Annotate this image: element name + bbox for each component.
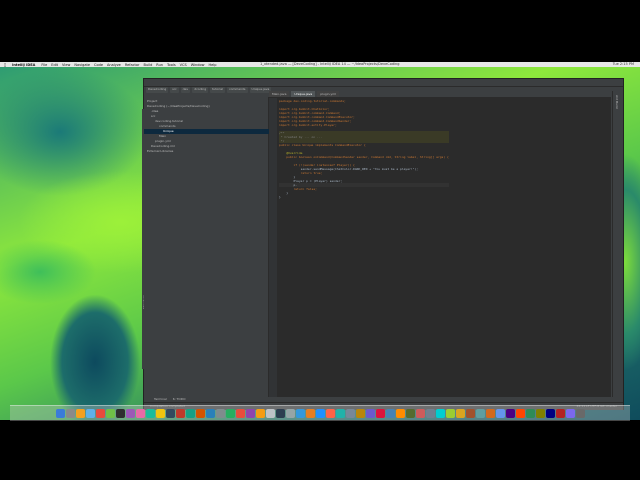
window-title: 1_xtended.java — [DeveCoding] - IntelliJ… [260, 62, 400, 66]
dock-app-icon[interactable] [85, 409, 95, 418]
dock-app-icon[interactable] [505, 409, 515, 418]
dock-app-icon[interactable] [295, 409, 305, 418]
code-editor[interactable]: Main.java Unique.java plugin.yml package d… [269, 91, 611, 397]
dock-app-icon[interactable] [495, 409, 505, 418]
dock-app-icon[interactable] [165, 409, 175, 418]
breadcrumb-item[interactable]: src [170, 87, 179, 93]
dock-app-icon[interactable] [105, 409, 115, 418]
dock-app-icon[interactable] [515, 409, 525, 418]
dock-app-icon[interactable] [225, 409, 235, 418]
dock-app-icon[interactable] [155, 409, 165, 418]
mac-menubar:  IntelliJ IDEA File Edit View Navigate Code… [0, 62, 640, 67]
apple-icon[interactable]:  [4, 63, 6, 67]
dock-app-icon[interactable] [475, 409, 485, 418]
dock-app-icon[interactable] [355, 409, 365, 418]
dock-app-icon[interactable] [145, 409, 155, 418]
dock-app-icon[interactable] [575, 409, 585, 418]
breadcrumb-item[interactable]: DeveCoding [146, 87, 169, 93]
menu-item-tools[interactable]: Tools [167, 63, 176, 67]
dock-app-icon[interactable] [265, 409, 275, 418]
menu-item-edit[interactable]: Edit [51, 63, 58, 67]
dock-app-icon[interactable] [285, 409, 295, 418]
dock-app-icon[interactable] [195, 409, 205, 418]
dock-app-icon[interactable] [375, 409, 385, 418]
dock-app-icon[interactable] [545, 409, 555, 418]
dock-app-icon[interactable] [485, 409, 495, 418]
dock-app-icon[interactable] [205, 409, 215, 418]
code-line: } [279, 195, 281, 199]
breadcrumb-item[interactable]: commands [226, 87, 248, 93]
dock-app-icon[interactable] [415, 409, 425, 418]
dock-app-icon[interactable] [455, 409, 465, 418]
dock-app-icon[interactable] [65, 409, 75, 418]
dock-app-icon[interactable] [115, 409, 125, 418]
dock-app-icon[interactable] [425, 409, 435, 418]
dock-app-icon[interactable] [275, 409, 285, 418]
dock-app-icon[interactable] [525, 409, 535, 418]
code-line: public boolean onCommand(CommandSender s… [279, 155, 449, 159]
menu-item-run[interactable]: Run [156, 63, 163, 67]
dock-app-icon[interactable] [185, 409, 195, 418]
breadcrumb-item[interactable]: dev [180, 87, 191, 93]
project-tool-window: Project DeveCoding (~/IdeaProjects/DeveCo… [144, 97, 287, 397]
menubar-clock: Tue 2:15 PM [612, 62, 634, 66]
dock-app-icon[interactable] [335, 409, 345, 418]
menu-item-build[interactable]: Build [144, 63, 153, 67]
dock-app-icon[interactable] [315, 409, 325, 418]
menu-item-refactor[interactable]: Refactor [125, 63, 140, 67]
editor-tabs: Main.java Unique.java plugin.yml [269, 91, 611, 97]
menu-item-code[interactable]: Code [94, 63, 103, 67]
line-gutter [269, 98, 277, 397]
menu-item-window[interactable]: Window [191, 63, 205, 67]
dock-app-icon[interactable] [305, 409, 315, 418]
dock-app-icon[interactable] [435, 409, 445, 418]
menu-item-analyze[interactable]: Analyze [107, 63, 121, 67]
intellij-window: DeveCoding src dev dcoding tutorial commands U… [142, 78, 624, 410]
dock-app-icon[interactable] [445, 409, 455, 418]
dock-app-icon[interactable] [255, 409, 265, 418]
dock-app-icon[interactable] [175, 409, 185, 418]
menu-item-view[interactable]: View [62, 63, 70, 67]
dock-app-icon[interactable] [565, 409, 575, 418]
dock-app-icon[interactable] [245, 409, 255, 418]
main-toolbar [144, 79, 623, 87]
menu-item-navigate[interactable]: Navigate [74, 63, 90, 67]
dock-app-icon[interactable] [125, 409, 135, 418]
dock-app-icon[interactable] [385, 409, 395, 418]
code-area[interactable]: package dev.coding.tutorial.commands; imp… [279, 99, 449, 199]
dock-app-icon[interactable] [555, 409, 565, 418]
dock-app-icon[interactable] [55, 409, 65, 418]
editor-tab[interactable]: Unique.java [291, 91, 316, 97]
project-tree-item[interactable]: External Libraries [144, 149, 173, 154]
dock-app-icon[interactable] [325, 409, 335, 418]
dock-app-icon[interactable] [365, 409, 375, 418]
breadcrumb: DeveCoding src dev dcoding tutorial commands U… [146, 87, 272, 93]
dock-app-icon[interactable] [215, 409, 225, 418]
mac-dock [10, 405, 630, 421]
menu-item-vcs[interactable]: VCS [180, 63, 187, 67]
menu-item-help[interactable]: Help [209, 63, 217, 67]
ant-build-tab[interactable]: Ant Build [615, 95, 619, 109]
dock-app-icon[interactable] [135, 409, 145, 418]
editor-tab[interactable]: plugin.yml [317, 91, 339, 97]
right-tool-strip: Ant Build [612, 91, 623, 397]
dock-app-icon[interactable] [345, 409, 355, 418]
dock-app-icon[interactable] [395, 409, 405, 418]
dock-app-icon[interactable] [465, 409, 475, 418]
editor-tab[interactable]: Main.java [269, 91, 290, 97]
breadcrumb-item[interactable]: dcoding [192, 87, 209, 93]
menu-app[interactable]: IntelliJ IDEA [12, 63, 35, 67]
dock-app-icon[interactable] [95, 409, 105, 418]
menu-item-file[interactable]: File [41, 63, 47, 67]
dock-app-icon[interactable] [405, 409, 415, 418]
dock-app-icon[interactable] [75, 409, 85, 418]
breadcrumb-item[interactable]: tutorial [210, 87, 225, 93]
dock-app-icon[interactable] [235, 409, 245, 418]
dock-app-icon[interactable] [535, 409, 545, 418]
